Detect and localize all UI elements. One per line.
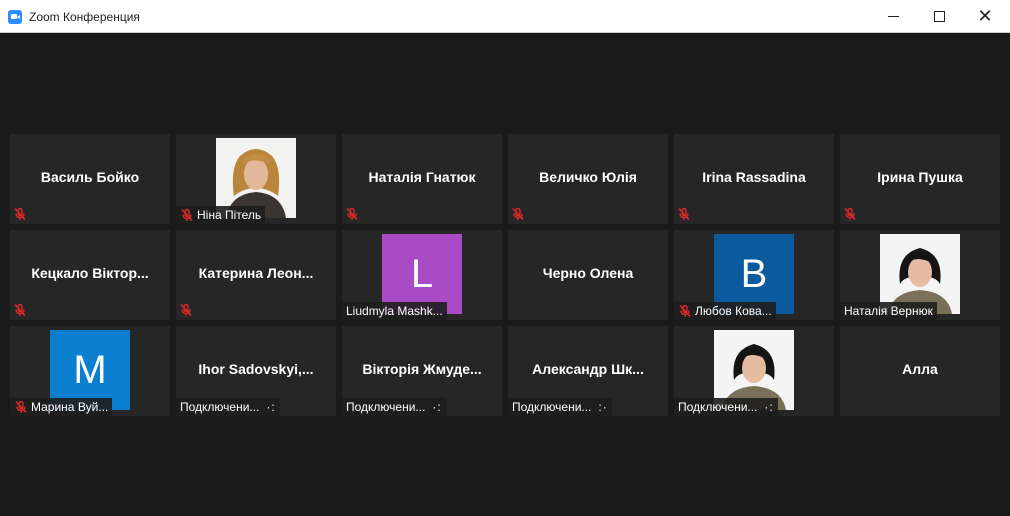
participant-label: Любов Кова...	[674, 302, 776, 320]
participant-tile[interactable]: Ihor Sadovskyi,... Подключени... ·:	[176, 326, 336, 416]
participant-name: Ihor Sadovskyi,...	[198, 361, 314, 377]
loading-spinner-icon: ·:	[432, 400, 442, 414]
participant-label-text: Ніна Пітель	[197, 208, 262, 222]
participant-name: Черно Олена	[542, 265, 634, 281]
maximize-button[interactable]	[916, 0, 962, 33]
microphone-muted-icon	[14, 400, 28, 414]
participant-name: Василь Бойко	[40, 169, 140, 185]
participant-tile[interactable]: Катерина Леон...	[176, 230, 336, 320]
participant-tile[interactable]: Ірина Пушка	[840, 134, 1000, 224]
window-title: Zoom Конференция	[29, 10, 140, 24]
close-button[interactable]: ✕	[962, 0, 1008, 33]
participant-label-text: Любов Кова...	[695, 304, 772, 318]
participant-tile[interactable]: Кецкало Віктор...	[10, 230, 170, 320]
participant-tile[interactable]: Irina Rassadina	[674, 134, 834, 224]
participant-label: Подключени... :·	[508, 398, 612, 416]
microphone-muted-icon	[843, 207, 857, 221]
participant-name: Ірина Пушка	[877, 169, 963, 185]
participant-name: Кецкало Віктор...	[31, 265, 149, 281]
participant-label: Подключени... ·:	[176, 398, 280, 416]
participant-tile[interactable]: Вікторія Жмуде... Подключени... ·:	[342, 326, 502, 416]
loading-spinner-icon: :·	[598, 400, 608, 414]
participant-label-text: Наталія Вернюк	[844, 304, 933, 318]
participant-label-text: Liudmyla Mashk...	[346, 304, 443, 318]
microphone-muted-icon	[180, 208, 194, 222]
close-icon: ✕	[977, 5, 993, 27]
participant-label: Ніна Пітель	[176, 206, 266, 224]
microphone-muted-icon	[13, 303, 27, 317]
participant-tile[interactable]: Василь Бойко	[10, 134, 170, 224]
microphone-muted-icon	[179, 303, 193, 317]
connecting-status: Подключени...	[678, 400, 758, 414]
participant-tile[interactable]: Наталія Вернюк	[840, 230, 1000, 320]
microphone-muted-icon	[345, 207, 359, 221]
zoom-app-icon	[8, 10, 22, 24]
participant-gallery: Василь Бойко Ніна Пітель Наталія Гнатюк …	[10, 134, 1000, 416]
participant-tile[interactable]: Черно Олена	[508, 230, 668, 320]
loading-spinner-icon: ·:	[266, 400, 276, 414]
participant-tile[interactable]: Величко Юлія	[508, 134, 668, 224]
minimize-button[interactable]	[870, 0, 916, 33]
participant-tile[interactable]: B Любов Кова...	[674, 230, 834, 320]
participant-label: Подключени... ·:	[674, 398, 778, 416]
minimize-icon	[887, 16, 899, 17]
participant-tile[interactable]: Наталія Гнатюк	[342, 134, 502, 224]
microphone-muted-icon	[13, 207, 27, 221]
participant-tile[interactable]: Ніна Пітель	[176, 134, 336, 224]
participant-name: Наталія Гнатюк	[368, 169, 476, 185]
loading-spinner-icon: ·:	[764, 400, 774, 414]
microphone-muted-icon	[511, 207, 525, 221]
connecting-status: Подключени...	[512, 400, 592, 414]
maximize-icon	[933, 11, 945, 22]
participant-name: Irina Rassadina	[702, 169, 806, 185]
participant-name: Катерина Леон...	[198, 265, 314, 281]
participant-label-text: Марина Вуй...	[31, 400, 109, 414]
participant-label: Подключени... ·:	[342, 398, 446, 416]
microphone-muted-icon	[678, 304, 692, 318]
participant-name: Александр Шк...	[532, 361, 644, 377]
participant-label: Liudmyla Mashk...	[342, 302, 447, 320]
participant-name: Алла	[902, 361, 938, 377]
connecting-status: Подключени...	[346, 400, 426, 414]
participant-tile[interactable]: Алла	[840, 326, 1000, 416]
participant-tile[interactable]: Подключени... ·:	[674, 326, 834, 416]
title-bar: Zoom Конференция ✕	[0, 0, 1010, 33]
participant-name: Величко Юлія	[539, 169, 637, 185]
participant-name: Вікторія Жмуде...	[362, 361, 482, 377]
participant-label: Марина Вуй...	[10, 398, 113, 416]
microphone-muted-icon	[677, 207, 691, 221]
participant-tile[interactable]: Александр Шк... Подключени... :·	[508, 326, 668, 416]
participant-label: Наталія Вернюк	[840, 302, 937, 320]
participant-tile[interactable]: M Марина Вуй...	[10, 326, 170, 416]
connecting-status: Подключени...	[180, 400, 260, 414]
participant-tile[interactable]: L Liudmyla Mashk...	[342, 230, 502, 320]
